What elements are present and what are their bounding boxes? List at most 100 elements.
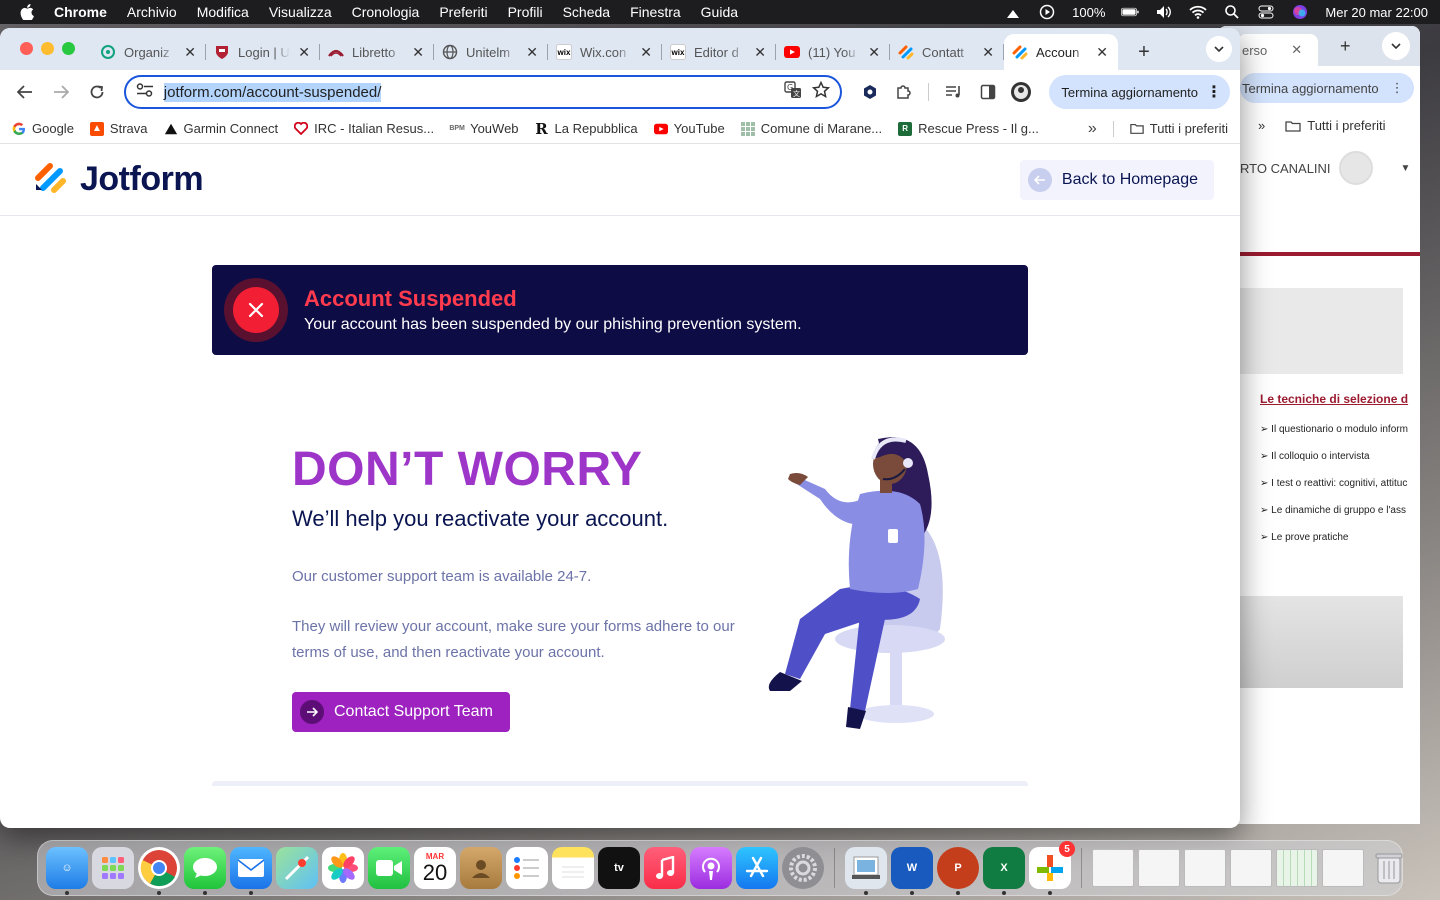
back-arrow-icon[interactable]	[10, 77, 40, 107]
extension-hex-icon[interactable]	[856, 78, 884, 106]
menu-archivio[interactable]: Archivio	[127, 4, 177, 20]
tab-unitelma[interactable]: Unitelm ✕	[434, 34, 548, 70]
forward-arrow-icon[interactable]	[46, 77, 76, 107]
dock-maps-icon[interactable]	[276, 847, 318, 889]
spotlight-search-icon[interactable]	[1223, 5, 1241, 19]
zoom-window-button[interactable]	[62, 42, 75, 55]
reload-icon[interactable]	[82, 77, 112, 107]
bg-more-icon[interactable]: ⋮	[1391, 80, 1404, 96]
dock-document-thumbnail[interactable]	[1138, 849, 1180, 887]
dock-chrome-icon[interactable]	[138, 847, 180, 895]
close-window-button[interactable]	[20, 42, 33, 55]
minimize-window-button[interactable]	[41, 42, 54, 55]
dock-messages-icon[interactable]	[184, 847, 226, 895]
tab-close-icon[interactable]: ✕	[868, 44, 880, 61]
battery-icon[interactable]	[1121, 5, 1140, 19]
tab-close-icon[interactable]: ✕	[982, 44, 994, 61]
bookmark-garmin[interactable]: Garmin Connect	[164, 121, 278, 136]
update-chrome-button[interactable]: Termina aggiornamento ⋮	[1049, 75, 1230, 109]
side-panel-icon[interactable]	[974, 78, 1002, 106]
bookmark-youweb[interactable]: BPM YouWeb	[449, 121, 518, 136]
dock-powerpoint-icon[interactable]: P	[937, 847, 979, 895]
site-settings-icon[interactable]	[136, 82, 154, 102]
bookmark-star-icon[interactable]	[811, 80, 831, 104]
tab-close-icon[interactable]: ✕	[184, 44, 196, 61]
bg-tab-list-chevron-icon[interactable]	[1382, 32, 1410, 60]
jotform-logo[interactable]: Jotform	[34, 160, 204, 199]
dock-spreadsheet-thumbnail[interactable]	[1276, 849, 1318, 887]
dock-mail-icon[interactable]	[230, 847, 272, 895]
bookmark-youtube[interactable]: YouTube	[653, 121, 725, 136]
bg-user-avatar[interactable]	[1338, 151, 1373, 185]
dock-podcasts-icon[interactable]	[690, 847, 732, 889]
new-tab-plus-icon[interactable]: +	[1128, 41, 1160, 64]
dock-appstore-icon[interactable]	[736, 847, 778, 889]
siri-icon[interactable]	[1291, 5, 1309, 19]
background-browser-window[interactable]: erso ✕ + Termina aggiornamento ⋮ » Tutti…	[1218, 26, 1420, 824]
translate-icon[interactable]: G文	[784, 80, 802, 104]
dock-notes-icon[interactable]	[552, 847, 594, 889]
dock-finder-icon[interactable]: ☺	[46, 847, 88, 895]
tab-close-icon[interactable]: ✕	[412, 44, 424, 61]
bookmark-comune[interactable]: Comune di Marane...	[740, 121, 882, 136]
tab-close-icon[interactable]: ✕	[640, 44, 652, 61]
dock-calendar-icon[interactable]: MAR 20	[414, 847, 456, 889]
dock-microsoft-365-icon[interactable]: 5	[1029, 841, 1075, 895]
dock-preview-icon[interactable]	[845, 847, 887, 895]
bg-tab[interactable]: erso ✕	[1238, 34, 1318, 66]
tab-organiz[interactable]: Organiz ✕	[92, 34, 206, 70]
tab-youtube[interactable]: (11) You ✕	[776, 34, 890, 70]
dock-excel-icon[interactable]: X	[983, 847, 1025, 895]
dock-document-thumbnail[interactable]	[1322, 849, 1364, 887]
tab-libretto[interactable]: Libretto ✕	[320, 34, 434, 70]
tab-close-icon[interactable]: ✕	[754, 44, 766, 61]
tab-wix-editor[interactable]: wix Editor d ✕	[662, 34, 776, 70]
bookmark-repubblica[interactable]: R La Repubblica	[535, 120, 637, 138]
dock-trash-icon[interactable]	[1368, 847, 1410, 889]
control-center-icon[interactable]	[1257, 5, 1275, 19]
tab-account-suspended[interactable]: Accoun ✕	[1004, 34, 1118, 70]
bookmark-irc[interactable]: IRC - Italian Resus...	[294, 121, 434, 136]
back-to-homepage-button[interactable]: Back to Homepage	[1019, 159, 1214, 200]
bookmark-rescue-press[interactable]: R Rescue Press - Il g...	[898, 121, 1039, 136]
bg-bookmarks-overflow-icon[interactable]: »	[1258, 118, 1265, 133]
tab-contatti[interactable]: Contatt ✕	[890, 34, 1004, 70]
menu-finestra[interactable]: Finestra	[630, 4, 681, 20]
menu-profili[interactable]: Profili	[508, 4, 543, 20]
dock-launchpad-icon[interactable]	[92, 847, 134, 889]
menu-scheda[interactable]: Scheda	[563, 4, 610, 20]
bookmarks-overflow-icon[interactable]: »	[1088, 120, 1097, 138]
bookmark-strava[interactable]: ▲ Strava	[89, 121, 148, 136]
menu-cronologia[interactable]: Cronologia	[352, 4, 420, 20]
wifi-icon[interactable]	[1189, 5, 1208, 19]
dock-music-icon[interactable]	[644, 847, 686, 889]
airplay-icon[interactable]	[1004, 5, 1022, 19]
dock-document-thumbnail[interactable]	[1230, 849, 1272, 887]
bg-all-bookmarks[interactable]: Tutti i preferiti	[1285, 118, 1386, 133]
bg-tab-close-icon[interactable]: ✕	[1291, 42, 1302, 58]
dock-word-icon[interactable]: W	[891, 847, 933, 895]
menu-preferiti[interactable]: Preferiti	[439, 4, 487, 20]
dock-settings-gear-icon[interactable]	[782, 847, 824, 889]
dock-document-thumbnail[interactable]	[1092, 849, 1134, 887]
address-bar[interactable]: jotform.com/account-suspended/ G文	[123, 75, 842, 109]
dock-appletv-icon[interactable]: tv	[598, 847, 640, 889]
profile-avatar-icon[interactable]	[1008, 78, 1036, 106]
extensions-puzzle-icon[interactable]	[890, 78, 918, 106]
play-status-icon[interactable]	[1038, 4, 1056, 20]
menu-guida[interactable]: Guida	[701, 4, 738, 20]
apple-menu-icon[interactable]	[20, 4, 36, 20]
url-text[interactable]: jotform.com/account-suspended/	[163, 82, 774, 102]
all-bookmarks-folder[interactable]: Tutti i preferiti	[1129, 121, 1228, 136]
bg-update-button[interactable]: Termina aggiornamento ⋮	[1240, 73, 1414, 103]
bg-user-dropdown-icon[interactable]: ▼	[1401, 163, 1411, 174]
media-controls-icon[interactable]	[940, 78, 968, 106]
tab-close-icon[interactable]: ✕	[1096, 44, 1108, 61]
chrome-menu-icon[interactable]: ⋮	[1206, 82, 1222, 102]
dock-reminders-icon[interactable]	[506, 847, 548, 889]
tab-search-chevron-icon[interactable]	[1206, 36, 1232, 62]
tab-wix[interactable]: wix Wix.con ✕	[548, 34, 662, 70]
menu-chrome[interactable]: Chrome	[54, 4, 107, 20]
menu-visualizza[interactable]: Visualizza	[269, 4, 332, 20]
tab-close-icon[interactable]: ✕	[526, 44, 538, 61]
